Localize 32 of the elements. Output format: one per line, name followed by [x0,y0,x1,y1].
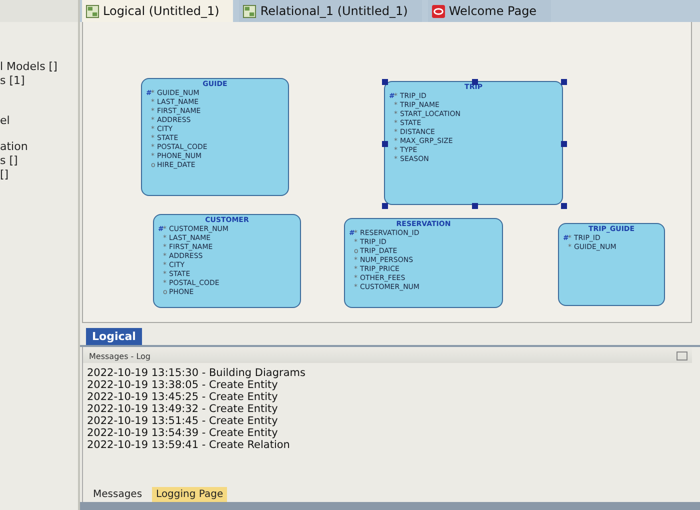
tree-item[interactable]: s [1] [0,74,78,88]
tree-item[interactable]: [] [0,168,78,182]
log-line: 2022-10-19 13:15:30 - Building Diagrams [87,367,306,379]
log-line: 2022-10-19 13:54:39 - Create Entity [87,427,279,439]
editor-tab[interactable]: Logical (Untitled_1) [82,0,234,22]
diagram-icon [86,4,99,18]
log-line: 2022-10-19 13:49:32 - Create Entity [87,403,279,415]
tree-item[interactable]: s [] [0,154,78,168]
resize-handle[interactable] [561,79,567,85]
maximize-icon[interactable] [676,351,688,361]
tree-item[interactable]: ation [0,140,78,154]
tree-item[interactable]: el [0,114,78,128]
log-line: 2022-10-19 13:59:41 - Create Relation [87,439,291,451]
log-line: 2022-10-19 13:38:05 - Create Entity [87,379,279,391]
log-line: 2022-10-19 13:45:25 - Create Entity [87,391,279,403]
panel-tab[interactable]: Messages [89,487,146,502]
resize-handle[interactable] [561,203,567,209]
log-line: 2022-10-19 13:51:45 - Create Entity [87,415,279,427]
resize-handle[interactable] [382,79,388,85]
panel-title: Messages - Log [89,352,150,360]
diagram-icon [243,4,256,18]
tree-item[interactable]: l Models [] [0,60,78,74]
panel-tab[interactable]: Logging Page [152,487,228,502]
welcome-icon [432,4,445,18]
diagram-tab[interactable]: Logical [86,328,142,345]
resize-handle[interactable] [382,141,388,147]
resize-handle[interactable] [382,203,388,209]
editor-tab[interactable]: Welcome Page [428,0,551,22]
resize-handle[interactable] [561,141,567,147]
resize-handle[interactable] [472,79,478,85]
resize-handle[interactable] [472,203,478,209]
editor-tab[interactable]: Relational_1 (Untitled_1) [239,0,422,22]
